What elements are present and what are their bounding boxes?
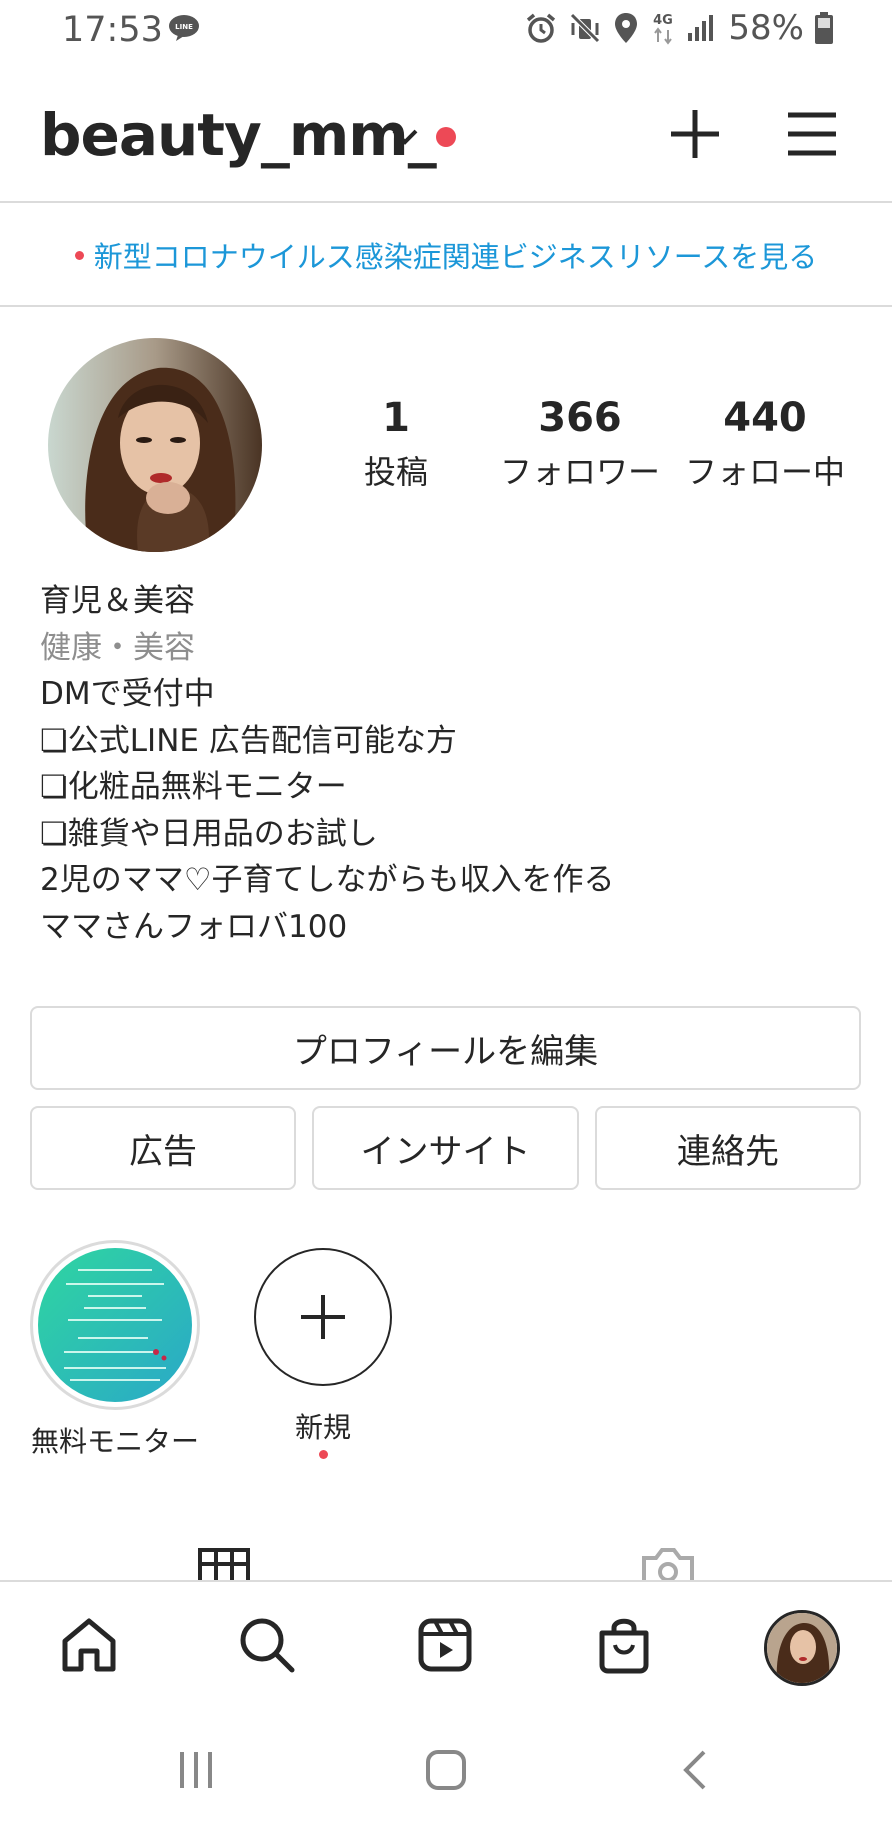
mute-icon	[570, 13, 601, 43]
profile-bio: 育児＆美容 健康・美容 DMで受付中 ❏公式LINE 広告配信可能な方 ❏化粧品…	[40, 578, 860, 950]
new-highlight-dot	[318, 1450, 328, 1459]
status-bar: 17:53 LINE 4G 58%	[0, 0, 892, 62]
ads-button[interactable]: 広告	[30, 1106, 296, 1190]
battery-percent: 58%	[728, 8, 804, 48]
highlight-ring	[30, 1240, 200, 1410]
svg-text:LINE: LINE	[175, 23, 193, 31]
bio-line: DMで受付中	[40, 676, 215, 712]
search-icon	[240, 1618, 295, 1673]
following-label: フォロー中	[684, 453, 845, 491]
stat-posts[interactable]: 1 投稿	[341, 395, 451, 493]
status-time: 17:53	[62, 10, 163, 50]
followers-count: 366	[538, 395, 622, 441]
notification-dot	[436, 127, 456, 147]
profile-header: beauty_mm_	[0, 75, 892, 203]
home-icon	[62, 1618, 116, 1672]
highlight-free-monitor[interactable]: 無料モニター	[20, 1240, 210, 1460]
posts-label: 投稿	[363, 453, 428, 491]
profile-category: 健康・美容	[40, 629, 195, 666]
chevron-down-icon[interactable]	[390, 127, 420, 147]
location-icon	[615, 13, 638, 43]
system-navigation	[0, 1712, 892, 1834]
search-tab[interactable]	[234, 1612, 300, 1678]
line-icon: LINE	[169, 15, 199, 41]
username-switcher[interactable]: beauty_mm_	[40, 101, 437, 169]
signal-icon	[688, 15, 714, 41]
avatar-photo	[48, 338, 262, 552]
plus-icon	[301, 1295, 345, 1339]
edit-profile-button[interactable]: プロフィールを編集	[30, 1006, 861, 1090]
back-icon[interactable]	[680, 1748, 710, 1792]
bio-line: ❏化粧品無料モニター	[40, 769, 347, 805]
insights-button[interactable]: インサイト	[312, 1106, 579, 1190]
profile-tab-avatar[interactable]	[764, 1610, 840, 1686]
menu-icon[interactable]	[786, 111, 838, 157]
stat-following[interactable]: 440 フォロー中	[670, 395, 860, 493]
new-highlight-button[interactable]: 新規	[248, 1248, 398, 1459]
highlight-cover	[38, 1248, 192, 1402]
new-highlight-circle[interactable]	[254, 1248, 392, 1386]
banner-dot	[74, 250, 84, 260]
followers-label: フォロワー	[499, 453, 660, 491]
home-tab[interactable]	[56, 1612, 122, 1678]
network-4g-icon: 4G	[654, 13, 674, 45]
home-system-icon[interactable]	[424, 1748, 468, 1792]
shop-tab[interactable]	[591, 1612, 657, 1678]
following-count: 440	[723, 395, 807, 441]
covid-resources-banner[interactable]: 新型コロナウイルス感染症関連ビジネスリソースを見る	[0, 205, 892, 307]
bio-line: ❏公式LINE 広告配信可能な方	[40, 722, 457, 759]
shop-icon	[599, 1618, 649, 1674]
recent-apps-icon[interactable]	[176, 1750, 216, 1790]
bio-line: ❏雑貨や日用品のお試し	[40, 815, 378, 852]
banner-link[interactable]: 新型コロナウイルス感染症関連ビジネスリソースを見る	[94, 234, 818, 276]
profile-tab-photo	[767, 1613, 837, 1683]
profile-avatar[interactable]	[48, 338, 262, 552]
bio-line: ママさんフォロバ100	[40, 908, 348, 945]
posts-count: 1	[382, 395, 410, 441]
create-post-button[interactable]	[668, 107, 722, 161]
reels-tab[interactable]	[412, 1612, 478, 1678]
contact-button[interactable]: 連絡先	[595, 1106, 861, 1190]
bio-line: 2児のママ♡子育てしながらも収入を作る	[40, 862, 615, 898]
status-icons: 4G 58%	[524, 8, 834, 48]
tagged-tab-icon[interactable]	[640, 1546, 696, 1580]
profile-name: 育児＆美容	[40, 583, 195, 619]
highlight-label: 無料モニター	[30, 1425, 199, 1458]
stat-followers[interactable]: 366 フォロワー	[480, 395, 680, 493]
svg-text:4G: 4G	[654, 13, 674, 28]
battery-icon	[815, 12, 833, 44]
reels-icon	[418, 1618, 472, 1672]
grid-tab-icon[interactable]	[198, 1548, 250, 1580]
new-highlight-label: 新規	[294, 1411, 351, 1444]
alarm-icon	[527, 13, 556, 43]
bottom-navigation	[0, 1580, 892, 1710]
